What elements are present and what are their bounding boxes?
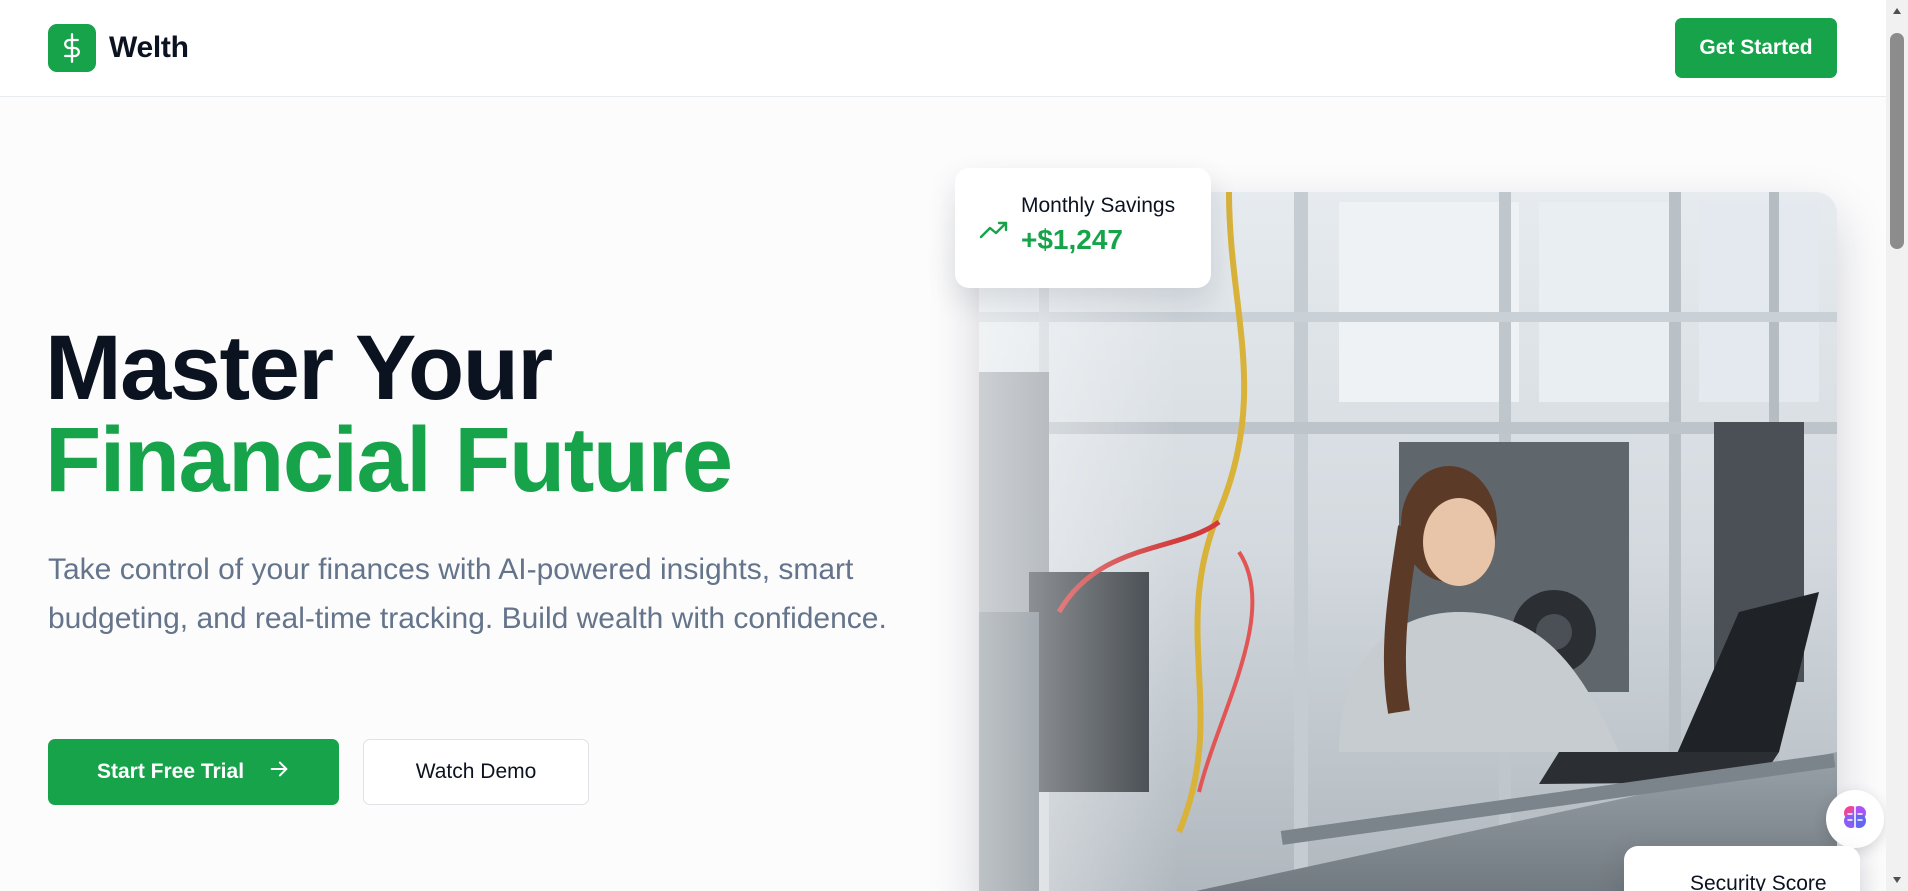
start-free-trial-label: Start Free Trial (96, 760, 245, 783)
vertical-scrollbar[interactable] (1886, 0, 1908, 891)
brain-icon (1840, 802, 1870, 837)
site-header: Welth Get Started (0, 0, 1886, 97)
hero-title: Master Your Financial Future (45, 317, 733, 511)
security-score-label: Security Score (1690, 872, 1827, 891)
watch-demo-button[interactable]: Watch Demo (363, 739, 589, 805)
monthly-savings-label: Monthly Savings (1021, 194, 1176, 217)
scrollbar-thumb[interactable] (1890, 33, 1904, 249)
brand[interactable]: Welth (48, 24, 189, 72)
hero-photo-illustration (979, 192, 1837, 891)
scroll-up-icon[interactable] (1886, 0, 1908, 22)
get-started-button[interactable]: Get Started (1675, 18, 1837, 78)
trending-up-icon (979, 220, 1009, 245)
hero-description: Take control of your finances with AI-po… (48, 553, 887, 635)
landing-page: Welth Get Started Master Your Financial … (0, 0, 1908, 891)
hero-image (979, 192, 1837, 891)
monthly-savings-value: +$1,247 (1021, 224, 1123, 255)
hero-title-line1: Master Your (45, 317, 553, 419)
dollar-sign-icon (48, 24, 96, 72)
assistant-button[interactable] (1826, 790, 1884, 848)
security-score-card: Security Score (1624, 846, 1860, 891)
arrow-right-icon (268, 758, 290, 786)
brand-name: Welth (109, 31, 189, 64)
scroll-down-icon[interactable] (1886, 869, 1908, 891)
monthly-savings-card: Monthly Savings +$1,247 (955, 168, 1211, 288)
hero-title-line2: Financial Future (45, 409, 733, 511)
start-free-trial-button[interactable]: Start Free Trial (48, 739, 339, 805)
